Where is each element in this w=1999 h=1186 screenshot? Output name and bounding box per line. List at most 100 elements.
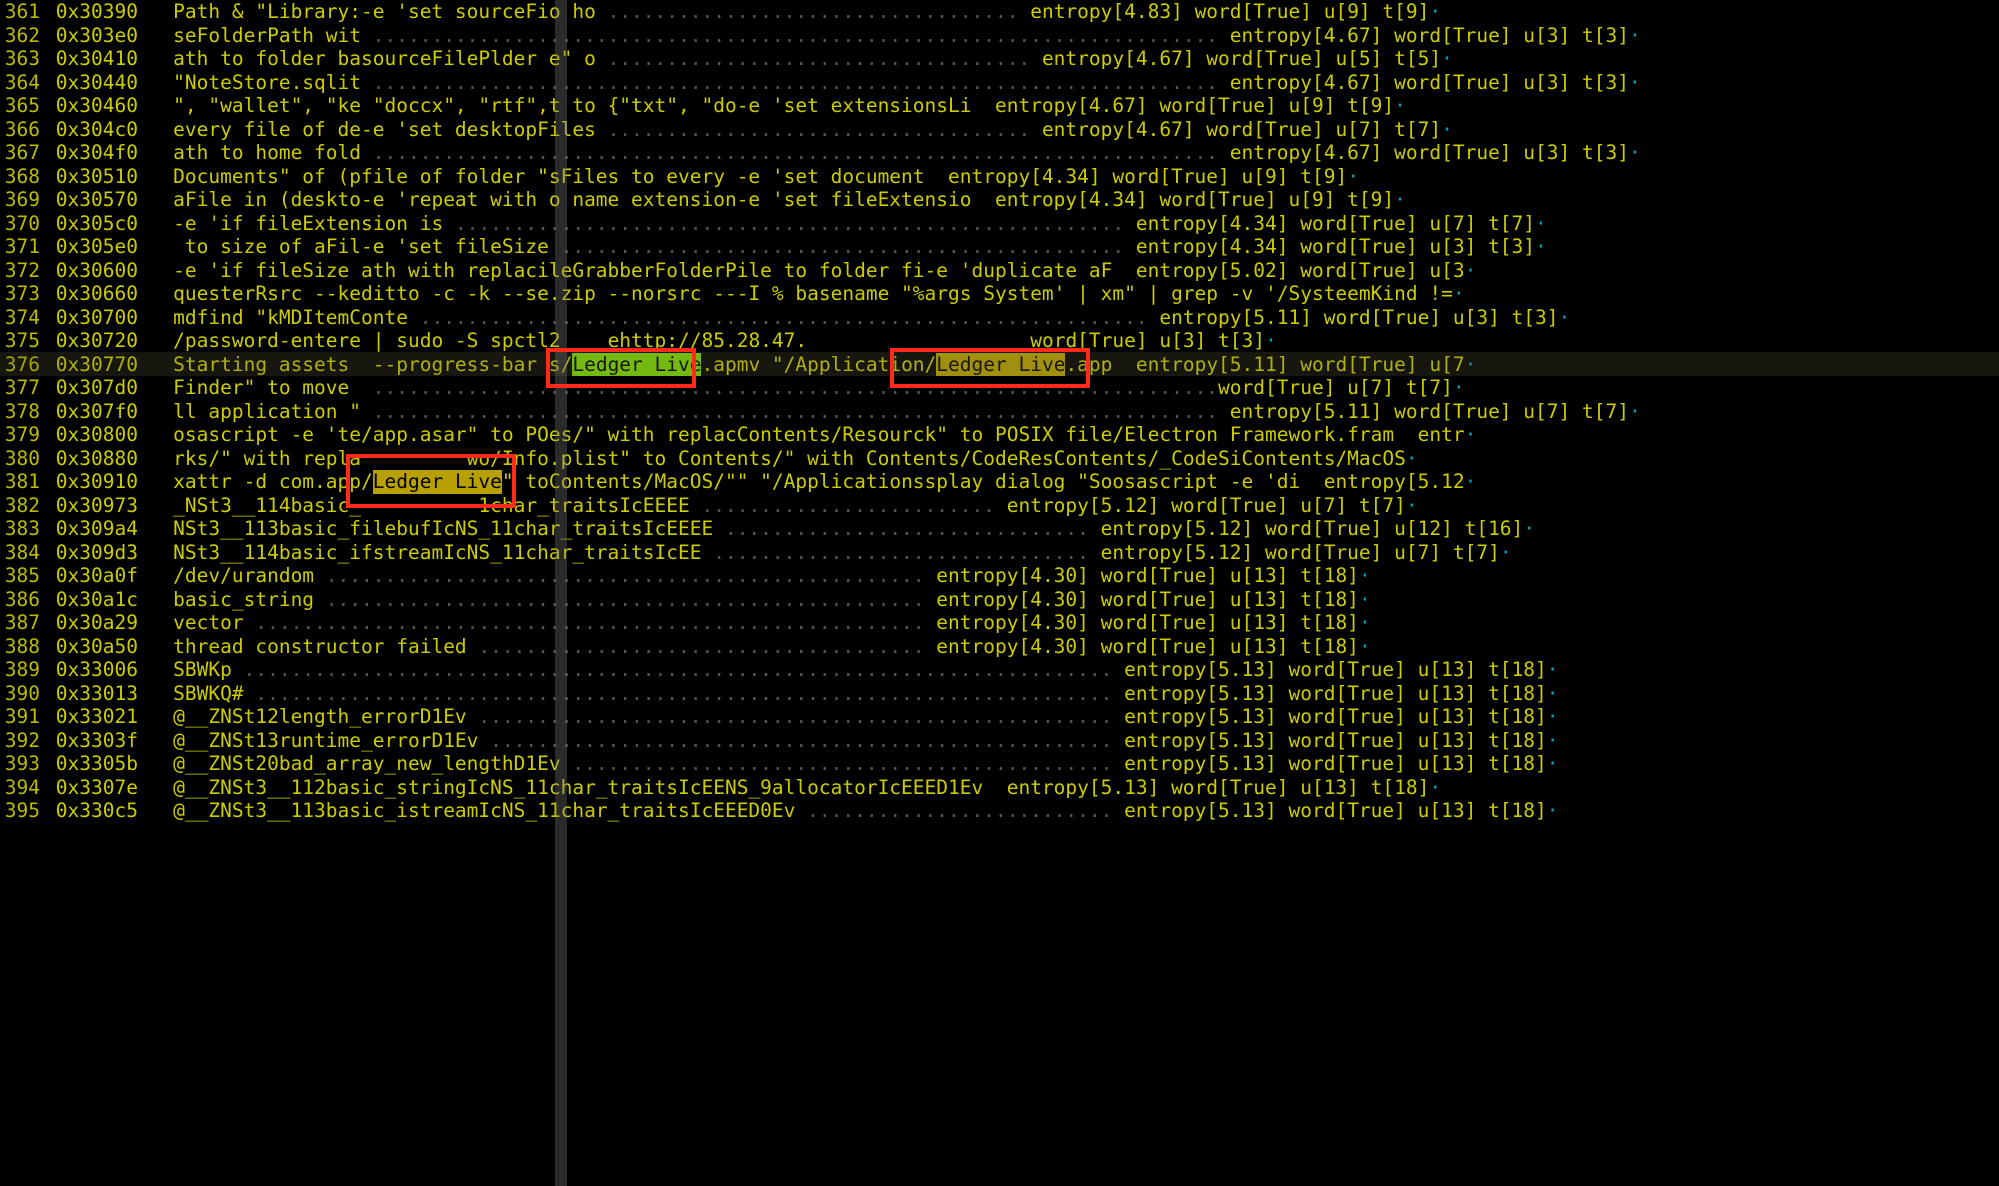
line-number: 363 bbox=[0, 47, 44, 71]
line-number: 392 bbox=[0, 729, 44, 753]
line-number: 368 bbox=[0, 165, 44, 189]
code-line[interactable]: 368 0x30510 Documents" of (pfile of fold… bbox=[0, 165, 1641, 189]
line-number: 362 bbox=[0, 24, 44, 48]
address: 0x30700 bbox=[56, 306, 138, 329]
code-line[interactable]: 387 0x30a29 vector .....................… bbox=[0, 611, 1641, 635]
line-number: 380 bbox=[0, 447, 44, 471]
code-line[interactable]: 369 0x30570 aFile in (deskto-e 'repeat w… bbox=[0, 188, 1641, 212]
code-editor[interactable]: 361 0x30390 Path & "Library:-e 'set sour… bbox=[0, 0, 1641, 823]
line-number: 394 bbox=[0, 776, 44, 800]
eol-marker: · bbox=[1547, 682, 1559, 705]
code-line[interactable]: 394 0x3307e @__ZNSt3__112basic_stringIcN… bbox=[0, 776, 1641, 800]
eol-marker: · bbox=[1535, 212, 1547, 235]
code-line[interactable]: 370 0x305c0 -e 'if fileExtension is ....… bbox=[0, 212, 1641, 236]
address: 0x307f0 bbox=[56, 400, 138, 423]
code-line[interactable]: 381 0x30910 xattr -d com.app/Ledger Live… bbox=[0, 470, 1641, 494]
address: 0x30a29 bbox=[56, 611, 138, 634]
code-line[interactable]: 367 0x304f0 ath to home fold ...........… bbox=[0, 141, 1641, 165]
address: 0x30910 bbox=[56, 470, 138, 493]
code-line[interactable]: 361 0x30390 Path & "Library:-e 'set sour… bbox=[0, 0, 1641, 24]
address: 0x30390 bbox=[56, 0, 138, 23]
address: 0x305e0 bbox=[56, 235, 138, 258]
line-number: 379 bbox=[0, 423, 44, 447]
line-number: 374 bbox=[0, 306, 44, 330]
code-line[interactable]: 389 0x33006 SBWKp ......................… bbox=[0, 658, 1641, 682]
eol-marker: · bbox=[1406, 494, 1418, 517]
code-line[interactable]: 376 0x30770 Starting assets --progress-b… bbox=[0, 353, 1641, 377]
eol-marker: · bbox=[1359, 564, 1371, 587]
code-line[interactable]: 364 0x30440 "NoteStore.sqlit ...........… bbox=[0, 71, 1641, 95]
eol-marker: · bbox=[1441, 118, 1453, 141]
address: 0x305c0 bbox=[56, 212, 138, 235]
search-match: Ledger Live bbox=[373, 470, 502, 494]
code-line[interactable]: 382 0x30973 _NSt3__114basic_ 1char_trait… bbox=[0, 494, 1641, 518]
address: 0x307d0 bbox=[56, 376, 138, 399]
address: 0x304f0 bbox=[56, 141, 138, 164]
line-number: 384 bbox=[0, 541, 44, 565]
code-line[interactable]: 366 0x304c0 every file of de-e 'set desk… bbox=[0, 118, 1641, 142]
line-number: 389 bbox=[0, 658, 44, 682]
address: 0x3305b bbox=[56, 752, 138, 775]
address: 0x30460 bbox=[56, 94, 138, 117]
code-line[interactable]: 374 0x30700 mdfind "kMDItemConte .......… bbox=[0, 306, 1641, 330]
eol-marker: · bbox=[1394, 188, 1406, 211]
eol-marker: · bbox=[1347, 165, 1359, 188]
code-line[interactable]: 390 0x33013 SBWKQ# .....................… bbox=[0, 682, 1641, 706]
line-number: 370 bbox=[0, 212, 44, 236]
eol-marker: · bbox=[1547, 799, 1559, 822]
address: 0x3307e bbox=[56, 776, 138, 799]
code-line[interactable]: 380 0x30880 rks/" with repla wo/Info.pli… bbox=[0, 447, 1641, 471]
address: 0x30720 bbox=[56, 329, 138, 352]
eol-marker: · bbox=[1453, 376, 1465, 399]
address: 0x30410 bbox=[56, 47, 138, 70]
code-line[interactable]: 377 0x307d0 Finder" to move ............… bbox=[0, 376, 1641, 400]
code-line[interactable]: 384 0x309d3 NSt3__114basic_ifstreamIcNS_… bbox=[0, 541, 1641, 565]
code-line[interactable]: 386 0x30a1c basic_string ...............… bbox=[0, 588, 1641, 612]
line-number: 365 bbox=[0, 94, 44, 118]
address: 0x30440 bbox=[56, 71, 138, 94]
address: 0x30973 bbox=[56, 494, 138, 517]
code-line[interactable]: 365 0x30460 ", "wallet", "ke "doccx", "r… bbox=[0, 94, 1641, 118]
code-line[interactable]: 393 0x3305b @__ZNSt20bad_array_new_lengt… bbox=[0, 752, 1641, 776]
eol-marker: · bbox=[1547, 705, 1559, 728]
address: 0x309d3 bbox=[56, 541, 138, 564]
line-number: 375 bbox=[0, 329, 44, 353]
address: 0x33006 bbox=[56, 658, 138, 681]
code-line[interactable]: 375 0x30720 /password-entere | sudo -S s… bbox=[0, 329, 1641, 353]
line-number: 364 bbox=[0, 71, 44, 95]
address: 0x30770 bbox=[56, 353, 138, 376]
code-line[interactable]: 378 0x307f0 ll application " ...........… bbox=[0, 400, 1641, 424]
eol-marker: · bbox=[1465, 470, 1477, 493]
code-line[interactable]: 379 0x30800 osascript -e 'te/app.asar" t… bbox=[0, 423, 1641, 447]
code-line[interactable]: 395 0x330c5 @__ZNSt3__113basic_istreamIc… bbox=[0, 799, 1641, 823]
address: 0x30660 bbox=[56, 282, 138, 305]
code-line[interactable]: 391 0x33021 @__ZNSt12length_errorD1Ev ..… bbox=[0, 705, 1641, 729]
code-line[interactable]: 371 0x305e0 to size of aFil-e 'set fileS… bbox=[0, 235, 1641, 259]
address: 0x30880 bbox=[56, 447, 138, 470]
code-line[interactable]: 388 0x30a50 thread constructor failed ..… bbox=[0, 635, 1641, 659]
code-line[interactable]: 385 0x30a0f /dev/urandom ...............… bbox=[0, 564, 1641, 588]
line-number: 382 bbox=[0, 494, 44, 518]
address: 0x33021 bbox=[56, 705, 138, 728]
address: 0x30510 bbox=[56, 165, 138, 188]
line-number: 390 bbox=[0, 682, 44, 706]
code-line[interactable]: 363 0x30410 ath to folder basourceFilePl… bbox=[0, 47, 1641, 71]
line-number: 393 bbox=[0, 752, 44, 776]
eol-marker: · bbox=[1523, 517, 1535, 540]
code-line[interactable]: 383 0x309a4 NSt3__113basic_filebufIcNS_1… bbox=[0, 517, 1641, 541]
search-match-current: Ledger Live bbox=[572, 353, 701, 377]
eol-marker: · bbox=[1441, 47, 1453, 70]
line-number: 369 bbox=[0, 188, 44, 212]
line-number: 361 bbox=[0, 0, 44, 24]
eol-marker: · bbox=[1465, 423, 1477, 446]
address: 0x30570 bbox=[56, 188, 138, 211]
code-line[interactable]: 362 0x303e0 seFolderPath wit ...........… bbox=[0, 24, 1641, 48]
line-number: 371 bbox=[0, 235, 44, 259]
search-match: Ledger Live bbox=[936, 353, 1065, 377]
code-line[interactable]: 392 0x3303f @__ZNSt13runtime_errorD1Ev .… bbox=[0, 729, 1641, 753]
address: 0x30600 bbox=[56, 259, 138, 282]
eol-marker: · bbox=[1359, 611, 1371, 634]
eol-marker: · bbox=[1547, 658, 1559, 681]
code-line[interactable]: 372 0x30600 -e 'if fileSize ath with rep… bbox=[0, 259, 1641, 283]
code-line[interactable]: 373 0x30660 questerRsrc --keditto -c -k … bbox=[0, 282, 1641, 306]
